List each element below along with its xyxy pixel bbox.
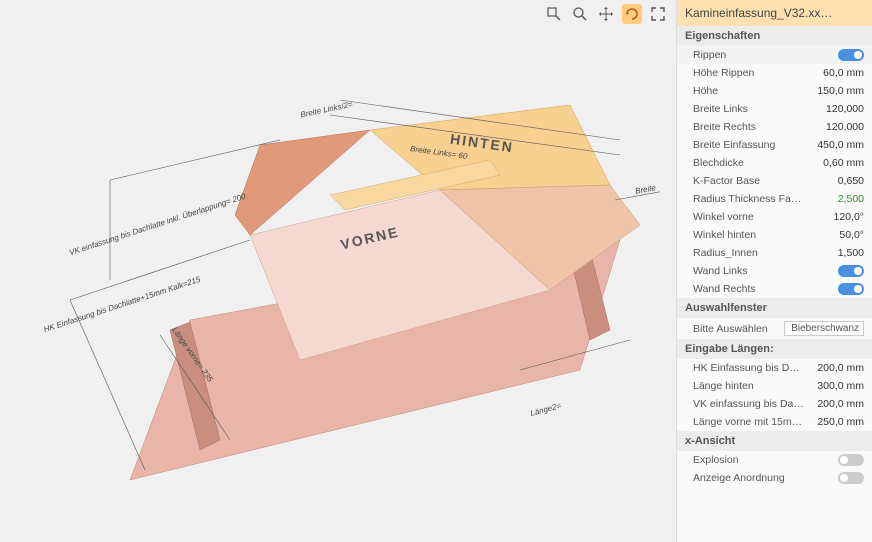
zoom-button[interactable]: [570, 4, 590, 24]
pan-icon: [598, 6, 614, 22]
prop-label: Breite Links: [693, 103, 804, 115]
prop-laenge-vorne-15: Länge vorne mit 15mm R… 250,0 mm: [677, 413, 872, 431]
fullscreen-button[interactable]: [648, 4, 668, 24]
prop-value[interactable]: 120,000: [804, 103, 864, 115]
orbit-icon: [624, 6, 640, 22]
zoom-icon: [572, 6, 588, 22]
zoom-window-button[interactable]: [544, 4, 564, 24]
prop-label: Breite Rechts: [693, 121, 804, 133]
section-eingabe-laengen[interactable]: Eingabe Längen:: [677, 339, 872, 359]
prop-value[interactable]: 200,0 mm: [804, 362, 864, 374]
prop-label: Höhe: [693, 85, 804, 97]
prop-value[interactable]: 120,0°: [804, 211, 864, 223]
model-3d[interactable]: HINTEN VORNE VK einfassung bis Dachlatte…: [20, 40, 660, 520]
prop-value[interactable]: 250,0 mm: [804, 416, 864, 428]
prop-hoehe: Höhe 150,0 mm: [677, 82, 872, 100]
prop-label: Breite Einfassung: [693, 139, 804, 151]
prop-anzeige-anordnung: Anzeige Anordnung: [677, 469, 872, 487]
sidebar: Kamineinfassung_V32.xx… Eigenschaften Ri…: [676, 0, 872, 542]
prop-radius-innen: Radius_Innen 1,500: [677, 244, 872, 262]
section-x-ansicht[interactable]: x-Ansicht: [677, 431, 872, 451]
prop-wand-rechts: Wand Rechts: [677, 280, 872, 298]
prop-value[interactable]: 2,500: [804, 193, 864, 205]
viewport-toolbar: [544, 4, 668, 24]
viewport-3d[interactable]: HINTEN VORNE VK einfassung bis Dachlatte…: [0, 0, 676, 542]
prop-hk-einfassung: HK Einfassung bis Dachla… 200,0 mm: [677, 359, 872, 377]
model-svg: [20, 40, 660, 520]
prop-value[interactable]: 50,0°: [804, 229, 864, 241]
prop-value[interactable]: 120,000: [804, 121, 864, 133]
section-eigenschaften[interactable]: Eigenschaften: [677, 26, 872, 46]
prop-label: HK Einfassung bis Dachla…: [693, 362, 804, 374]
toggle-wand-links[interactable]: [838, 265, 864, 277]
prop-rippen: Rippen: [677, 46, 872, 64]
toggle-explosion[interactable]: [838, 454, 864, 466]
prop-label: Radius_Innen: [693, 247, 804, 259]
prop-hoehe-rippen: Höhe Rippen 60,0 mm: [677, 64, 872, 82]
orbit-button[interactable]: [622, 4, 642, 24]
prop-label: Winkel vorne: [693, 211, 804, 223]
prop-value[interactable]: 150,0 mm: [804, 85, 864, 97]
prop-value[interactable]: 450,0 mm: [804, 139, 864, 151]
prop-label: Rippen: [693, 49, 838, 61]
prop-laenge-hinten: Länge hinten 300,0 mm: [677, 377, 872, 395]
prop-label: Länge hinten: [693, 380, 804, 392]
prop-value[interactable]: 0,60 mm: [804, 157, 864, 169]
prop-value[interactable]: 0,650: [804, 175, 864, 187]
prop-breite-rechts: Breite Rechts 120,000: [677, 118, 872, 136]
prop-winkel-hinten: Winkel hinten 50,0°: [677, 226, 872, 244]
select-value[interactable]: Bieberschwanz: [784, 321, 864, 336]
prop-explosion: Explosion: [677, 451, 872, 469]
prop-wand-links: Wand Links: [677, 262, 872, 280]
fullscreen-icon: [650, 6, 666, 22]
prop-label: Explosion: [693, 454, 838, 466]
prop-value[interactable]: 200,0 mm: [804, 398, 864, 410]
prop-label: Wand Links: [693, 265, 838, 277]
prop-label: Höhe Rippen: [693, 67, 804, 79]
zoom-window-icon: [546, 6, 562, 22]
prop-breite-einfassung: Breite Einfassung 450,0 mm: [677, 136, 872, 154]
toggle-wand-rechts[interactable]: [838, 283, 864, 295]
prop-value[interactable]: 300,0 mm: [804, 380, 864, 392]
prop-label: VK einfassung bis Dachla…: [693, 398, 804, 410]
toggle-anzeige-anordnung[interactable]: [838, 472, 864, 484]
prop-label: Länge vorne mit 15mm R…: [693, 416, 804, 428]
prop-radius-tf: Radius Thickness Factor 2,500: [677, 190, 872, 208]
prop-label: Anzeige Anordnung: [693, 472, 838, 484]
prop-breite-links: Breite Links 120,000: [677, 100, 872, 118]
prop-value[interactable]: 1,500: [804, 247, 864, 259]
prop-k-factor: K-Factor Base 0,650: [677, 172, 872, 190]
prop-vk-einfassung: VK einfassung bis Dachla… 200,0 mm: [677, 395, 872, 413]
pan-button[interactable]: [596, 4, 616, 24]
prop-winkel-vorne: Winkel vorne 120,0°: [677, 208, 872, 226]
prop-label: K-Factor Base: [693, 175, 804, 187]
prop-blechdicke: Blechdicke 0,60 mm: [677, 154, 872, 172]
prop-label: Wand Rechts: [693, 283, 838, 295]
prop-label: Blechdicke: [693, 157, 804, 169]
prop-bitte-auswaehlen: Bitte Auswählen Bieberschwanz: [677, 318, 872, 339]
prop-label: Winkel hinten: [693, 229, 804, 241]
prop-label: Radius Thickness Factor: [693, 193, 804, 205]
toggle-rippen[interactable]: [838, 49, 864, 61]
file-title: Kamineinfassung_V32.xx…: [677, 0, 872, 26]
prop-label: Bitte Auswählen: [693, 323, 784, 335]
section-auswahlfenster[interactable]: Auswahlfenster: [677, 298, 872, 318]
prop-value[interactable]: 60,0 mm: [804, 67, 864, 79]
